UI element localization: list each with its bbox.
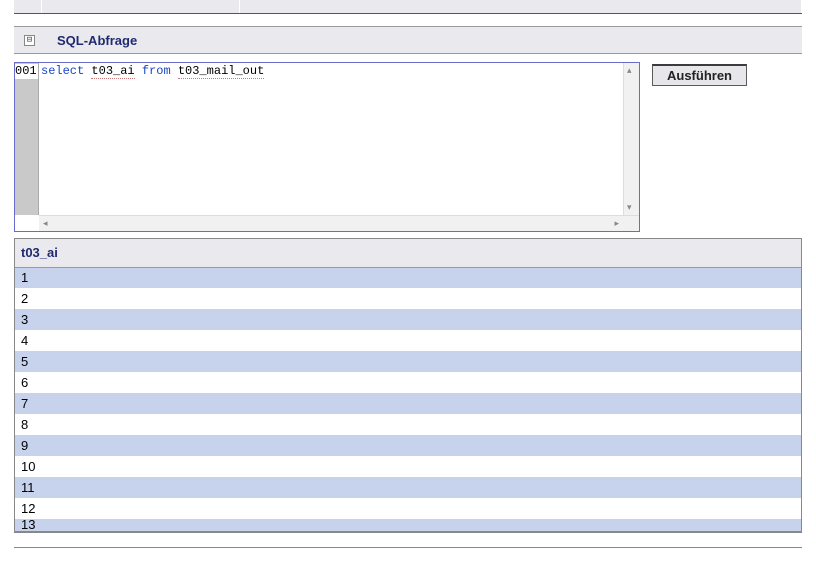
cell-value: 1 <box>15 267 801 288</box>
table-row[interactable]: 3 <box>15 309 801 330</box>
cell-value: 12 <box>15 498 801 519</box>
scroll-up-icon[interactable]: ▴ <box>627 65 632 76</box>
cell-value: 10 <box>15 456 801 477</box>
cell-value: 8 <box>15 414 801 435</box>
table-row[interactable]: 8 <box>15 414 801 435</box>
cell-value: 7 <box>15 393 801 414</box>
cell-value: 5 <box>15 351 801 372</box>
table-identifier: t03_mail_out <box>178 64 264 79</box>
cell-value: 9 <box>15 435 801 456</box>
table-row[interactable]: 11 <box>15 477 801 498</box>
editor-vertical-scrollbar[interactable]: ▴ ▾ <box>623 63 639 215</box>
sql-code-area[interactable]: select t03_ai from t03_mail_out <box>39 63 623 215</box>
table-row[interactable]: 2 <box>15 288 801 309</box>
table-row[interactable]: 12 <box>15 498 801 519</box>
cell-value: 4 <box>15 330 801 351</box>
scroll-down-icon[interactable]: ▾ <box>627 202 632 213</box>
section-divider <box>14 547 802 548</box>
editor-horizontal-scrollbar[interactable]: ◂ ▸ <box>39 215 639 231</box>
scroll-right-icon[interactable]: ▸ <box>614 218 619 229</box>
table-row[interactable]: 10 <box>15 456 801 477</box>
sql-section-header: ⊟ SQL-Abfrage <box>14 26 802 54</box>
table-row[interactable]: 4 <box>15 330 801 351</box>
keyword-select: select <box>41 64 84 78</box>
column-identifier: t03_ai <box>91 64 134 79</box>
previous-section-footer <box>14 0 802 14</box>
table-row[interactable]: 13 <box>15 519 801 532</box>
table-row[interactable]: 9 <box>15 435 801 456</box>
table-row[interactable]: 6 <box>15 372 801 393</box>
section-title: SQL-Abfrage <box>57 33 137 48</box>
results-table: t03_ai 12345678910111213 <box>15 239 801 532</box>
scroll-left-icon[interactable]: ◂ <box>43 218 48 229</box>
sql-editor[interactable]: 001 select t03_ai from t03_mail_out ▴ ▾ … <box>14 62 640 232</box>
table-row[interactable]: 5 <box>15 351 801 372</box>
column-header-t03-ai[interactable]: t03_ai <box>15 239 801 267</box>
cell-value: 11 <box>15 477 801 498</box>
editor-gutter: 001 <box>15 63 39 215</box>
keyword-from: from <box>142 64 171 78</box>
table-row[interactable]: 7 <box>15 393 801 414</box>
results-panel: t03_ai 12345678910111213 <box>14 238 802 533</box>
collapse-toggle[interactable]: ⊟ <box>24 35 35 46</box>
line-number: 001 <box>15 64 38 79</box>
cell-value: 13 <box>15 519 801 532</box>
cell-value: 2 <box>15 288 801 309</box>
cell-value: 6 <box>15 372 801 393</box>
cell-value: 3 <box>15 309 801 330</box>
execute-button[interactable]: Ausführen <box>652 64 747 86</box>
table-row[interactable]: 1 <box>15 267 801 288</box>
